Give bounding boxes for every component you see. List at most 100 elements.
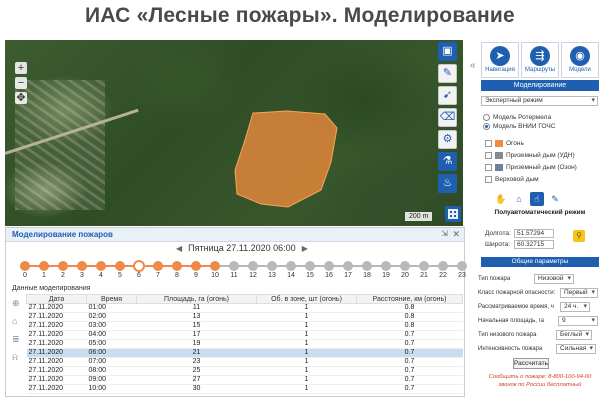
- bell-icon[interactable]: ⍾: [12, 352, 24, 362]
- table-cell: 0.7: [356, 357, 463, 367]
- fire-type-select[interactable]: Низовой: [534, 274, 574, 284]
- briefcase-icon[interactable]: ▣: [438, 42, 457, 61]
- table-cell: 0.7: [356, 384, 463, 394]
- grid-icon[interactable]: [445, 206, 461, 222]
- pointer-icon[interactable]: ☝: [530, 192, 544, 206]
- table-row[interactable]: 27.11.2020 09:00 27 1 0.7: [26, 375, 463, 385]
- checkbox[interactable]: [485, 164, 492, 171]
- column-header[interactable]: Площадь, га (огонь): [136, 294, 257, 304]
- timeline-step[interactable]: [172, 261, 182, 271]
- table-row[interactable]: 27.11.2020 01:00 11 1 0.8: [26, 303, 463, 313]
- timeline-step[interactable]: [191, 261, 201, 271]
- date-label: Пятница 27.11.2020 06:00: [188, 243, 296, 253]
- table-row[interactable]: 27.11.2020 10:00 30 1 0.7: [26, 384, 463, 394]
- pin-icon[interactable]: ➹: [438, 86, 457, 105]
- layers-icon[interactable]: ≣: [12, 334, 24, 344]
- next-date-icon[interactable]: ▶: [302, 244, 308, 253]
- table-row[interactable]: 27.11.2020 05:00 19 1 0.7: [26, 339, 463, 349]
- table-cell: 05:00: [86, 339, 137, 349]
- column-header[interactable]: Расстояние, км (огонь): [356, 294, 463, 304]
- danger-class-select[interactable]: Первый: [560, 288, 598, 298]
- timeline-step[interactable]: [20, 261, 30, 271]
- table-cell: 02:00: [86, 312, 137, 322]
- close-icon[interactable]: ✕: [452, 229, 460, 240]
- pin-panel-icon[interactable]: ⇲: [441, 229, 448, 238]
- flame-icon[interactable]: ♨: [438, 174, 457, 193]
- timeline-label: 9: [194, 272, 198, 279]
- zoom-icon[interactable]: ⊕: [12, 298, 24, 308]
- column-header[interactable]: Дата: [26, 294, 87, 304]
- timeline-step[interactable]: [381, 261, 391, 271]
- table-cell: 23: [136, 357, 257, 367]
- prev-date-icon[interactable]: ◀: [176, 244, 182, 253]
- flask-icon[interactable]: ⚗: [438, 152, 457, 171]
- radio-model-vnii[interactable]: Модель ВНИИ ГОЧС: [483, 123, 555, 130]
- timeline-step[interactable]: [96, 261, 106, 271]
- legend-label: Приземный дым (УДН): [506, 152, 575, 159]
- checkbox[interactable]: [485, 176, 492, 183]
- checkbox[interactable]: [485, 152, 492, 159]
- hand-icon[interactable]: ✋: [494, 192, 508, 206]
- timeline-step[interactable]: [39, 261, 49, 271]
- ground-type-select[interactable]: Беглый: [556, 330, 592, 340]
- table-row[interactable]: 27.11.2020 02:00 13 1 0.8: [26, 312, 463, 322]
- timeline-step[interactable]: [210, 261, 220, 271]
- timeline-step[interactable]: [286, 261, 296, 271]
- fire-polygon[interactable]: [234, 110, 338, 208]
- column-header[interactable]: Время: [86, 294, 137, 304]
- tab-models[interactable]: ◉ Модели: [561, 42, 599, 78]
- gear-icon[interactable]: ⚙: [438, 130, 457, 149]
- pencil-icon[interactable]: ✎: [438, 64, 457, 83]
- tab-routes[interactable]: ⇶ Маршруты: [521, 42, 559, 78]
- timeline-step[interactable]: [115, 261, 125, 271]
- location-pin-icon[interactable]: ⚲: [573, 230, 585, 242]
- timeline-label: 14: [287, 272, 295, 279]
- time-select[interactable]: 24 ч.: [560, 302, 590, 312]
- eraser-icon[interactable]: ⌫: [438, 108, 457, 127]
- checkbox[interactable]: [485, 140, 492, 147]
- timeline-step[interactable]: [77, 261, 87, 271]
- legend-item-fire[interactable]: Огонь: [485, 140, 524, 147]
- intensity-select[interactable]: Сильная: [556, 344, 596, 354]
- timeline-step[interactable]: [362, 261, 372, 271]
- timeline-step[interactable]: [343, 261, 353, 271]
- timeline-step[interactable]: [457, 261, 467, 271]
- radio-model-rothermel[interactable]: Модель Ротермела: [483, 114, 551, 121]
- table-row[interactable]: 27.11.2020 06:00 21 1 0.7: [26, 348, 463, 358]
- time-slider[interactable]: 0 1 2 3 4 5 6 7 8 9 10 11 12 13 14 15 16 17 18 19 20 21 22 23: [14, 258, 467, 284]
- table-row[interactable]: 27.11.2020 07:00 23 1 0.7: [26, 357, 463, 367]
- timeline-step[interactable]: [305, 261, 315, 271]
- home-icon[interactable]: ⌂: [12, 316, 24, 326]
- legend-swatch: [495, 164, 503, 171]
- timeline-step[interactable]: [248, 261, 258, 271]
- legend-item-smoke-udn[interactable]: Приземный дым (УДН): [485, 152, 575, 159]
- longitude-input[interactable]: 51.57294: [514, 229, 554, 238]
- timeline-step[interactable]: [324, 261, 334, 271]
- tab-navigation[interactable]: ➤ Навигация: [481, 42, 519, 78]
- timeline-step[interactable]: [229, 261, 239, 271]
- area-input[interactable]: 9: [558, 316, 598, 326]
- timeline-step[interactable]: [400, 261, 410, 271]
- table-cell: 30: [136, 384, 257, 394]
- satellite-map[interactable]: + − ✥ 200 m: [5, 40, 463, 226]
- data-section-label: Данные моделирования: [12, 285, 91, 292]
- latitude-input[interactable]: 60.32715: [514, 240, 554, 249]
- timeline-step[interactable]: [267, 261, 277, 271]
- table-row[interactable]: 27.11.2020 08:00 25 1 0.7: [26, 366, 463, 376]
- timeline-step[interactable]: [419, 261, 429, 271]
- column-header[interactable]: Об. в зоне, шт (огонь): [256, 294, 357, 304]
- timeline-step[interactable]: [133, 260, 145, 272]
- table-row[interactable]: 27.11.2020 04:00 17 1 0.7: [26, 330, 463, 340]
- timeline-step[interactable]: [438, 261, 448, 271]
- table-row[interactable]: 27.11.2020 03:00 15 1 0.8: [26, 321, 463, 331]
- collapse-panel-icon[interactable]: «: [470, 60, 476, 71]
- timeline-step[interactable]: [153, 261, 163, 271]
- edit-icon[interactable]: ✎: [548, 192, 562, 206]
- home-icon[interactable]: ⌂: [512, 192, 526, 206]
- legend-item-crown-smoke[interactable]: Верховой дым: [485, 176, 539, 183]
- calculate-button[interactable]: Рассчитать: [513, 358, 549, 369]
- timeline-step[interactable]: [58, 261, 68, 271]
- table-cell: 1: [256, 339, 357, 349]
- legend-item-smoke-ozone[interactable]: Приземный дым (Озон): [485, 164, 577, 171]
- mode-select[interactable]: Экспертный режим: [481, 96, 598, 106]
